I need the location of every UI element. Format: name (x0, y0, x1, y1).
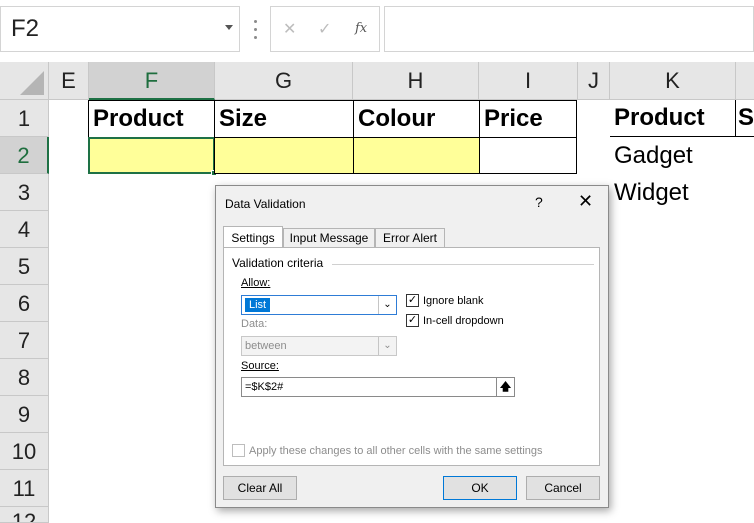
cell-k2[interactable]: Gadget (610, 138, 736, 175)
tab-input-message[interactable]: Input Message (283, 228, 375, 248)
row-header-3[interactable]: 3 (0, 174, 49, 211)
apply-all-checkbox (232, 444, 245, 457)
cell-f1[interactable]: Product (88, 100, 215, 138)
help-icon[interactable]: ? (535, 194, 543, 210)
chevron-down-icon[interactable]: ⌄ (378, 296, 396, 314)
cell-g2[interactable] (214, 137, 354, 174)
apply-all-label: Apply these changes to all other cells w… (249, 445, 543, 457)
cell-h1[interactable]: Colour (353, 100, 480, 138)
close-icon[interactable]: ✕ (578, 191, 593, 212)
clear-all-button[interactable]: Clear All (223, 476, 297, 500)
column-header-j[interactable]: J (578, 62, 610, 100)
row-header-12[interactable]: 12 (0, 507, 49, 523)
dialog-title: Data Validation (225, 197, 306, 211)
chevron-down-icon: ⌄ (378, 337, 396, 355)
in-cell-dropdown-checkbox[interactable]: ✓ (406, 314, 419, 327)
section-heading: Validation criteria (232, 256, 324, 270)
column-header-l[interactable] (736, 62, 754, 100)
chevron-down-icon[interactable] (225, 25, 233, 30)
ignore-blank-label[interactable]: Ignore blank (423, 295, 484, 307)
cell-i1[interactable]: Price (479, 100, 577, 138)
cell-k3[interactable]: Widget (610, 175, 736, 212)
row-header-9[interactable]: 9 (0, 396, 49, 433)
name-box-value: F2 (11, 15, 40, 42)
row-header-2[interactable]: 2 (0, 137, 49, 174)
ok-button[interactable]: OK (443, 476, 517, 500)
formula-buttons: ✕ ✓ fx (270, 6, 380, 52)
name-box[interactable]: F2 (0, 6, 240, 52)
tab-error-alert[interactable]: Error Alert (375, 228, 445, 248)
source-value: =$K$2# (245, 381, 284, 393)
row-header-5[interactable]: 5 (0, 248, 49, 285)
allow-select[interactable]: List ⌄ (241, 295, 397, 315)
drag-handle-icon[interactable] (250, 18, 260, 42)
data-validation-dialog: Data Validation ? ✕ Settings Input Messa… (215, 185, 609, 508)
column-header-k[interactable]: K (610, 62, 736, 100)
enter-icon[interactable]: ✓ (318, 19, 331, 39)
column-header-f[interactable]: F (89, 62, 215, 100)
row-header-1[interactable]: 1 (0, 100, 49, 137)
cell-g1[interactable]: Size (214, 100, 354, 138)
tab-settings[interactable]: Settings (223, 226, 283, 248)
allow-value: List (245, 298, 271, 312)
cell-l1[interactable]: S (736, 100, 754, 137)
row-header-7[interactable]: 7 (0, 322, 49, 359)
cancel-button[interactable]: Cancel (526, 476, 600, 500)
settings-panel: Validation criteria Allow: List ⌄ Data: … (223, 247, 600, 466)
source-input[interactable]: =$K$2# 🡅 (241, 377, 515, 397)
column-header-e[interactable]: E (49, 62, 89, 100)
formula-bar: F2 ✕ ✓ fx (0, 0, 754, 62)
section-divider (332, 264, 594, 265)
column-header-h[interactable]: H (353, 62, 479, 100)
column-header-i[interactable]: I (479, 62, 578, 100)
cancel-icon[interactable]: ✕ (283, 19, 296, 39)
select-all-corner[interactable] (0, 62, 49, 100)
formula-input[interactable] (384, 6, 754, 52)
cell-h2[interactable] (353, 137, 480, 174)
data-value: between (245, 340, 287, 352)
column-header-g[interactable]: G (215, 62, 353, 100)
cell-i2[interactable] (479, 137, 577, 174)
row-header-4[interactable]: 4 (0, 211, 49, 248)
collapse-dialog-icon[interactable]: 🡅 (496, 378, 514, 396)
row-header-8[interactable]: 8 (0, 359, 49, 396)
cell-k1[interactable]: Product (610, 100, 736, 137)
allow-label: Allow: (241, 277, 271, 289)
row-header-11[interactable]: 11 (0, 470, 49, 507)
data-select: between ⌄ (241, 336, 397, 356)
data-label: Data: (241, 318, 268, 330)
ignore-blank-checkbox[interactable]: ✓ (406, 294, 419, 307)
cell-f2-selected[interactable] (88, 137, 215, 174)
row-header-6[interactable]: 6 (0, 285, 49, 322)
source-label: Source: (241, 360, 279, 372)
row-header-10[interactable]: 10 (0, 433, 49, 470)
insert-function-icon[interactable]: fx (355, 21, 367, 36)
in-cell-dropdown-label[interactable]: In-cell dropdown (423, 315, 504, 327)
